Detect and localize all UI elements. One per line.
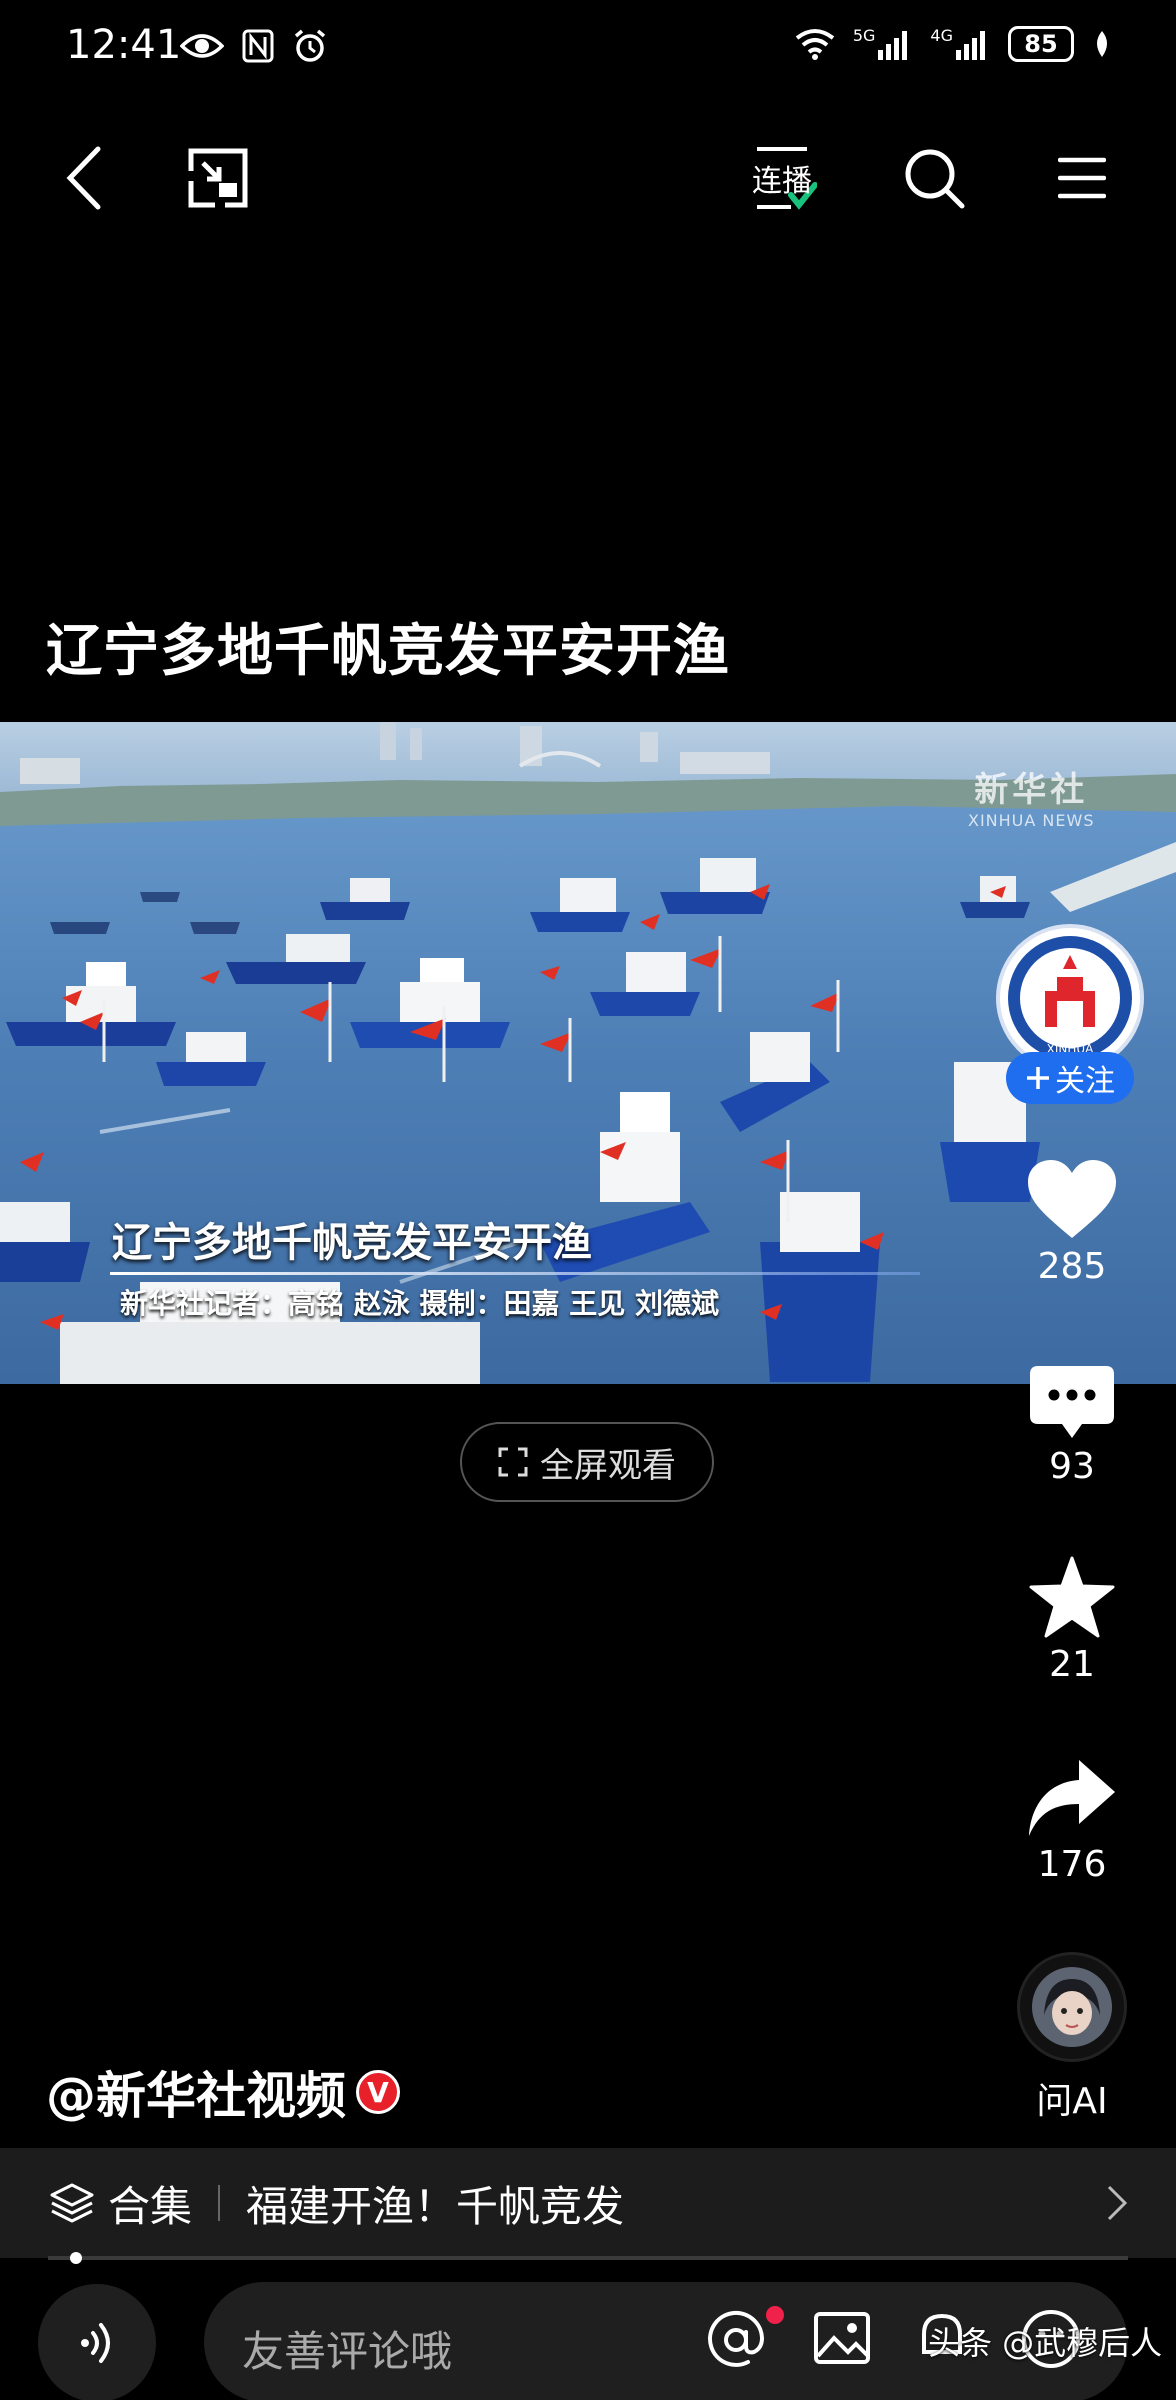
notification-dot (766, 2306, 784, 2324)
collection-divider (218, 2185, 221, 2221)
overlay-divider (110, 1272, 920, 1275)
autoplay-label: 连播 (752, 164, 812, 199)
source-watermark: 头条 @武穆后人 (928, 2324, 1163, 2362)
favorite-button[interactable]: 21 (1016, 1556, 1128, 1685)
menu-icon (1058, 157, 1106, 199)
video-title: 辽宁多地千帆竞发平安开渔 (46, 619, 730, 684)
image-icon (814, 2312, 870, 2364)
comment-count: 93 (1049, 1446, 1095, 1487)
share-icon (1029, 1760, 1115, 1836)
back-button[interactable] (44, 138, 124, 218)
chevron-right-icon (1107, 2185, 1128, 2221)
xinhua-logo: XINHUA (1008, 936, 1132, 1060)
ask-ai-button[interactable]: 问AI (1016, 1952, 1128, 2124)
follow-button[interactable]: 关注 (1006, 1052, 1134, 1104)
status-icons-right: 5G 4G 85 (795, 26, 1112, 62)
star-icon (1029, 1556, 1115, 1638)
heart-icon (1028, 1160, 1116, 1238)
plus-icon (1027, 1067, 1049, 1089)
share-button[interactable]: 176 (1016, 1758, 1128, 1885)
search-icon (905, 149, 965, 209)
fullscreen-button[interactable]: 全屏观看 (460, 1422, 714, 1502)
author-avatar[interactable]: XINHUA (996, 924, 1144, 1072)
status-time: 12:41 (66, 22, 182, 68)
watermark-en: XINHUA NEWS (968, 811, 1095, 830)
voice-input-button[interactable] (38, 2284, 156, 2400)
video-overlay-credits: 新华社记者：高铭 赵泳 摄制：田嘉 王见 刘德斌 (120, 1287, 719, 1320)
menu-button[interactable] (1042, 138, 1122, 218)
wifi-icon (795, 29, 835, 60)
comment-icon (1030, 1366, 1114, 1438)
autoplay-toggle[interactable]: 连播 (742, 138, 822, 218)
network-label-2: 4G (930, 26, 953, 45)
video-progress-track[interactable] (48, 2256, 1128, 2260)
comment-placeholder: 友善评论哦 (242, 2327, 453, 2376)
chevron-left-icon (66, 146, 101, 210)
network-label-1: 5G (852, 26, 876, 45)
collection-bar[interactable]: 合集 福建开渔！千帆竞发 (0, 2148, 1176, 2258)
like-button[interactable]: 285 (1016, 1158, 1128, 1287)
fullscreen-label: 全屏观看 (540, 1445, 676, 1486)
like-count: 285 (1037, 1246, 1107, 1287)
signal-5g: 5G (853, 28, 913, 60)
share-count: 176 (1037, 1844, 1107, 1885)
watermark: 新华社 XINHUA NEWS (968, 762, 1094, 830)
ai-avatar (1017, 1952, 1127, 2062)
battery-indicator: 85 (1008, 26, 1074, 62)
video-progress-handle[interactable] (70, 2252, 82, 2264)
video-overlay-title: 辽宁多地千帆竞发平安开渔 (112, 1220, 592, 1266)
search-button[interactable] (894, 138, 974, 218)
image-button[interactable] (812, 2308, 872, 2372)
fullscreen-icon (498, 1447, 528, 1477)
favorite-count: 21 (1049, 1644, 1095, 1685)
voice-wave-icon (81, 2323, 110, 2363)
video-player[interactable]: 新华社 XINHUA NEWS 辽宁多地千帆竞发平安开渔 新华社记者：高铭 赵泳… (0, 722, 1176, 1384)
status-icons-left (180, 28, 328, 64)
leaf-icon (1097, 31, 1107, 57)
author-line[interactable]: @新华社视频 V (46, 2056, 400, 2128)
follow-label: 关注 (1055, 1064, 1115, 1099)
author-name[interactable]: @新华社视频 (46, 2056, 346, 2128)
picture-in-picture-icon (188, 148, 248, 208)
nfc-icon (242, 29, 274, 63)
minimize-window-button[interactable] (178, 138, 258, 218)
signal-4g: 4G (930, 28, 990, 60)
ai-character-icon (1032, 1967, 1112, 2047)
alarm-icon (294, 29, 326, 62)
comment-button[interactable]: 93 (1016, 1364, 1128, 1487)
status-bar: 12:41 5G 4G 85 (0, 0, 1176, 100)
layers-icon (50, 2183, 94, 2223)
signal-bars-icon (956, 31, 985, 60)
ask-ai-label: 问AI (1036, 2081, 1108, 2122)
at-icon (708, 2311, 765, 2367)
autoplay-icon: 连播 (747, 143, 817, 213)
collection-label: 合集 (108, 2181, 193, 2231)
mention-button[interactable] (704, 2308, 768, 2376)
eye-icon (180, 34, 224, 58)
verified-badge: V (356, 2070, 400, 2114)
collection-name: 福建开渔！千帆竞发 (246, 2181, 625, 2231)
watermark-cn: 新华社 (974, 770, 1089, 810)
signal-bars-icon (878, 31, 908, 60)
